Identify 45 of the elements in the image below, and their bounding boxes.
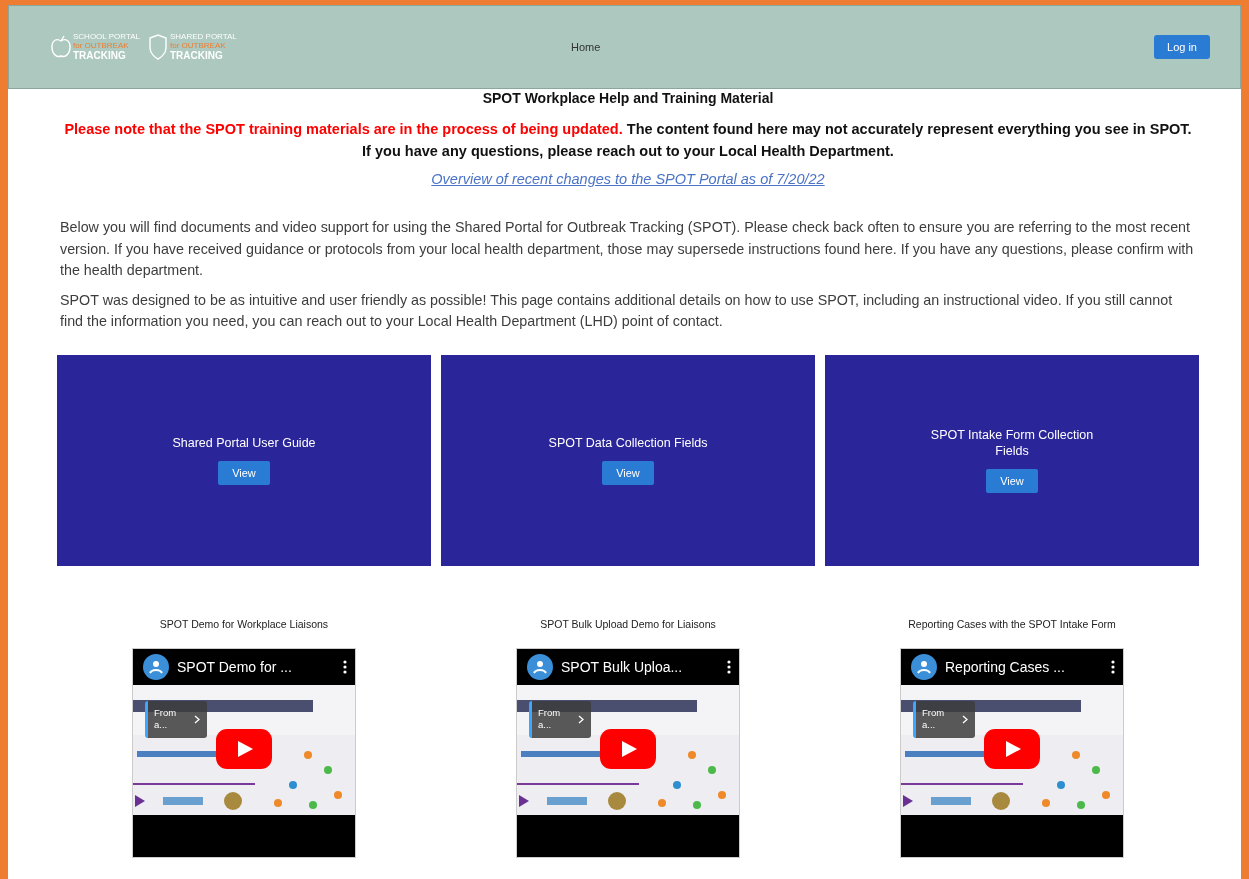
play-icon[interactable]	[216, 728, 272, 769]
play-icon[interactable]	[984, 728, 1040, 769]
more-icon[interactable]	[343, 659, 347, 674]
video-title: Reporting Cases ...	[945, 658, 1066, 675]
logo-text: SCHOOL PORTAL	[73, 32, 140, 42]
document-title: SPOT Intake Form Collection Fields	[929, 427, 1095, 459]
view-button[interactable]: View	[602, 461, 654, 485]
video-player[interactable]: SPOT Demo for ... From a...	[132, 647, 356, 858]
playlist-chip[interactable]: From a...	[529, 700, 591, 738]
more-icon[interactable]	[727, 659, 731, 674]
play-icon[interactable]	[600, 728, 656, 769]
document-title: Shared Portal User Guide	[171, 435, 317, 451]
more-icon[interactable]	[1111, 659, 1115, 674]
logo-text: for OUTBREAK	[73, 41, 130, 51]
apple-icon	[51, 34, 71, 60]
playlist-chip[interactable]: From a...	[913, 700, 975, 738]
channel-avatar-icon	[911, 653, 937, 680]
video-player[interactable]: Reporting Cases ... From a...	[900, 647, 1124, 858]
chevron-icon	[578, 714, 584, 724]
nav-link[interactable]: Home	[571, 41, 601, 53]
document-title: SPOT Data Collection Fields	[547, 435, 709, 451]
video-caption: SPOT Demo for Workplace Liaisons	[159, 617, 329, 630]
logo-text: for OUTBREAK	[170, 41, 227, 51]
video-player[interactable]: SPOT Bulk Uploa... From a...	[516, 647, 740, 858]
playlist-chip[interactable]: From a...	[145, 700, 207, 738]
changes-link[interactable]: Overview of recent changes to the SPOT Portal as of 7/20/22	[431, 171, 825, 187]
logo-text: TRACKING	[73, 50, 127, 62]
view-button[interactable]: View	[218, 461, 270, 485]
logo-text: TRACKING	[170, 50, 224, 62]
intro-paragraph: SPOT was designed to be as intuitive and user friendly as possible! This page contains additional details on how to use SPOT, including an instructional video. If you still cannot find the information you need, you can reach out to your Local Health Department (LHD) point of contact.	[60, 290, 1174, 331]
login-button[interactable]: Log in	[1154, 35, 1210, 59]
video-caption: Reporting Cases with the SPOT Intake Form	[908, 617, 1116, 630]
page-title: SPOT Workplace Help and Training Material	[482, 90, 774, 106]
video-caption: SPOT Bulk Upload Demo for Liaisons	[540, 617, 716, 630]
shield-icon	[148, 34, 168, 60]
video-title: SPOT Demo for ...	[177, 658, 293, 675]
chevron-icon	[194, 714, 200, 724]
view-button[interactable]: View	[986, 469, 1038, 493]
intro-paragraph: Below you will find documents and video support for using the Shared Portal for Outbreak Tracking (SPOT). Please check back often to ensure you are referring to the most recent version. If you have received guidance or protocols from your local health department, those may supersede instructions found here. If you have any questions, please confirm with the health department.	[60, 218, 1195, 280]
update-notice: Please note that the SPOT training materials are in the process of being updated. The content found here may not accurately represent everything you see in SPOT. If you have any questions, please reach out to your Local Health Department.	[63, 120, 1193, 161]
chevron-icon	[962, 714, 968, 724]
logo-text: SHARED PORTAL	[170, 32, 237, 42]
channel-avatar-icon	[143, 653, 169, 680]
channel-avatar-icon	[527, 653, 553, 680]
video-title: SPOT Bulk Uploa...	[561, 658, 684, 675]
